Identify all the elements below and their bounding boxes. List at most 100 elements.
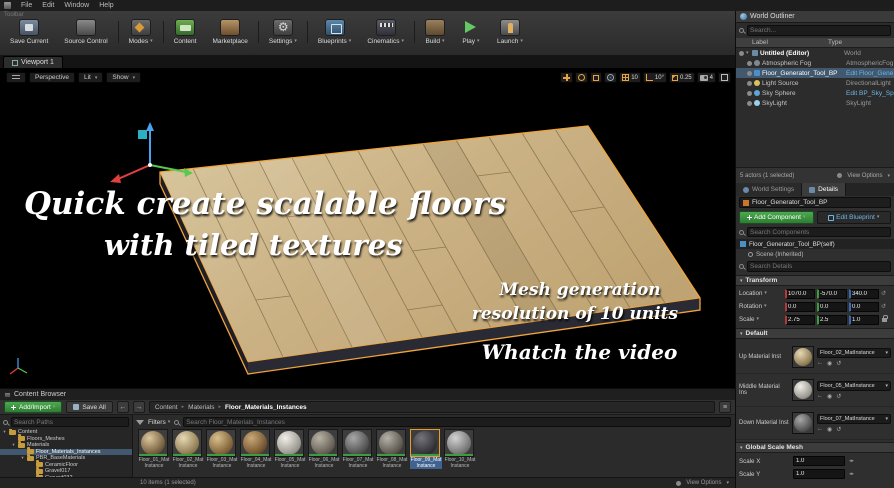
asset-floor-05[interactable]: Floor_05_Mat Instance	[274, 429, 306, 469]
asset-floor-01[interactable]: Floor_01_Mat Instance	[138, 429, 170, 469]
asset-floor-02[interactable]: Floor_02_Mat Instance	[172, 429, 204, 469]
outliner-row-world[interactable]: ▾ Untitled (Editor) World	[736, 48, 894, 58]
rotation-snap-toggle[interactable]: 10°	[642, 72, 667, 83]
visibility-eye-icon[interactable]	[747, 60, 752, 66]
cinematics-button[interactable]: Cinematics	[359, 19, 412, 45]
asset-floor-09-selected[interactable]: Floor_09_Mat Instance	[410, 429, 442, 469]
viewport-options-button[interactable]	[6, 72, 26, 83]
up-material-select[interactable]: Floor_02_MatInstance ▾	[817, 347, 891, 358]
search-paths-input[interactable]	[11, 417, 129, 427]
global-scale-x-field[interactable]	[793, 456, 845, 466]
asset-floor-07[interactable]: Floor_07_Mat Instance	[342, 429, 374, 469]
rotation-y-field[interactable]	[817, 301, 847, 312]
down-material-select[interactable]: Floor_07_MatInstance ▾	[817, 413, 891, 424]
spinner-icon[interactable]: ◂▸	[849, 458, 854, 464]
section-transform[interactable]: ▾ Transform	[736, 275, 894, 286]
tab-viewport-1[interactable]: Viewport 1	[3, 56, 63, 68]
component-scene-row[interactable]: Scene (Inherited)	[736, 249, 894, 259]
search-details-input[interactable]	[747, 261, 891, 272]
filters-button[interactable]: Filters	[148, 419, 170, 426]
asset-floor-10[interactable]: Floor_10_Mat Instance	[444, 429, 476, 469]
menu-help[interactable]: Help	[99, 2, 113, 9]
asset-floor-06[interactable]: Floor_06_Mat Instance	[308, 429, 340, 469]
add-component-button[interactable]: Add Component	[739, 211, 814, 224]
spinner-icon[interactable]: ◂▸	[849, 471, 854, 477]
lit-mode-button[interactable]: Lit	[77, 72, 104, 83]
scale-z-field[interactable]	[849, 314, 879, 325]
outliner-row-atmospheric-fog[interactable]: Atmospheric Fog AtmosphericFog	[736, 58, 894, 68]
menu-edit[interactable]: Edit	[42, 2, 54, 9]
rotation-z-field[interactable]	[849, 301, 879, 312]
reset-icon[interactable]: ↺	[881, 290, 886, 297]
asset-search-input[interactable]	[183, 417, 731, 427]
browse-to-asset-icon[interactable]: ←	[817, 426, 823, 433]
content-browser-settings-button[interactable]: ≡	[719, 401, 731, 413]
scale-label[interactable]: Scale	[739, 316, 783, 323]
tree-caret-icon[interactable]: ▾	[2, 429, 7, 435]
visibility-eye-icon[interactable]	[747, 70, 752, 76]
rotation-label[interactable]: Rotation	[739, 303, 783, 310]
outliner-row-light-source[interactable]: Light Source DirectionalLight	[736, 78, 894, 88]
visibility-eye-icon[interactable]	[747, 90, 752, 96]
grid-snap-toggle[interactable]: 10	[619, 72, 641, 83]
visibility-eye-icon[interactable]	[747, 100, 752, 106]
launch-button[interactable]: Launch	[489, 19, 531, 45]
location-label[interactable]: Location	[739, 290, 783, 297]
outliner-row-skylight[interactable]: SkyLight SkyLight	[736, 98, 894, 108]
browse-to-asset-icon[interactable]: ←	[817, 393, 823, 400]
location-x-field[interactable]	[785, 288, 815, 299]
tree-caret-icon[interactable]: ▾	[11, 442, 16, 448]
breadcrumb-materials[interactable]: Materials	[188, 404, 214, 411]
menu-file[interactable]: File	[21, 2, 32, 9]
breadcrumb-content[interactable]: Content	[155, 404, 178, 411]
global-scale-y-field[interactable]	[793, 469, 845, 479]
translate-tool-button[interactable]	[560, 72, 574, 83]
edit-blueprint-link[interactable]: Edit BP_Sky_Sp	[846, 90, 894, 97]
modes-button[interactable]: Modes	[121, 19, 161, 45]
rotation-x-field[interactable]	[785, 301, 815, 312]
asset-floor-08[interactable]: Floor_08_Mat Instance	[376, 429, 408, 469]
world-outliner-header[interactable]: World Outliner	[736, 11, 894, 23]
outliner-view-options-button[interactable]: View Options	[834, 173, 890, 179]
outliner-row-sky-sphere[interactable]: Sky Sphere Edit BP_Sky_Sp	[736, 88, 894, 98]
save-current-button[interactable]: Save Current	[2, 19, 56, 45]
middle-material-select[interactable]: Floor_05_MatInstance ▾	[817, 380, 891, 391]
build-button[interactable]: Build	[417, 19, 453, 45]
column-label[interactable]: Label	[736, 39, 828, 46]
scale-snap-toggle[interactable]: 0.25	[668, 72, 695, 83]
tab-details[interactable]: Details	[802, 183, 847, 196]
section-global-scale[interactable]: ▾ Global Scale Mesh	[736, 442, 894, 453]
column-type[interactable]: Type	[828, 39, 894, 46]
camera-speed-button[interactable]: 4	[696, 72, 716, 83]
section-default[interactable]: ▾ Default	[736, 328, 894, 339]
material-thumbnail[interactable]	[792, 379, 814, 401]
outliner-search-input[interactable]	[747, 25, 891, 36]
visibility-eye-icon[interactable]	[747, 80, 752, 86]
reset-property-icon[interactable]: ↺	[836, 426, 841, 433]
asset-floor-04[interactable]: Floor_04_Mat Instance	[240, 429, 272, 469]
location-y-field[interactable]	[817, 288, 847, 299]
use-selected-asset-icon[interactable]: ◉	[827, 426, 832, 433]
reset-property-icon[interactable]: ↺	[836, 360, 841, 367]
3d-viewport[interactable]: Perspective Lit Show 10 10° 0.25 4 Quick…	[0, 68, 735, 388]
perspective-button[interactable]: Perspective	[29, 72, 75, 83]
content-button[interactable]: Content	[166, 19, 205, 45]
outliner-column-header[interactable]: Label Type	[736, 38, 894, 48]
blueprints-button[interactable]: Blueprints	[310, 19, 359, 45]
add-import-button[interactable]: Add/Import	[4, 401, 63, 413]
tree-caret-icon[interactable]: ▾	[20, 455, 25, 461]
reset-icon[interactable]: ↺	[881, 303, 886, 310]
marketplace-button[interactable]: Marketplace	[204, 19, 255, 45]
settings-button[interactable]: Settings	[261, 19, 305, 45]
source-control-button[interactable]: Source Control	[56, 19, 115, 45]
component-self-row[interactable]: Floor_Generator_Tool_BP(self)	[736, 239, 894, 249]
search-components-input[interactable]	[747, 227, 891, 237]
show-flags-button[interactable]: Show	[106, 72, 142, 83]
forward-button[interactable]: →	[132, 401, 145, 413]
asset-floor-03[interactable]: Floor_03_Mat Instance	[206, 429, 238, 469]
scale-lock-icon[interactable]	[882, 314, 888, 322]
scale-x-field[interactable]	[785, 314, 815, 325]
scale-tool-button[interactable]	[590, 72, 603, 83]
play-button[interactable]: Play	[453, 19, 489, 45]
tab-world-settings[interactable]: World Settings	[736, 183, 803, 196]
